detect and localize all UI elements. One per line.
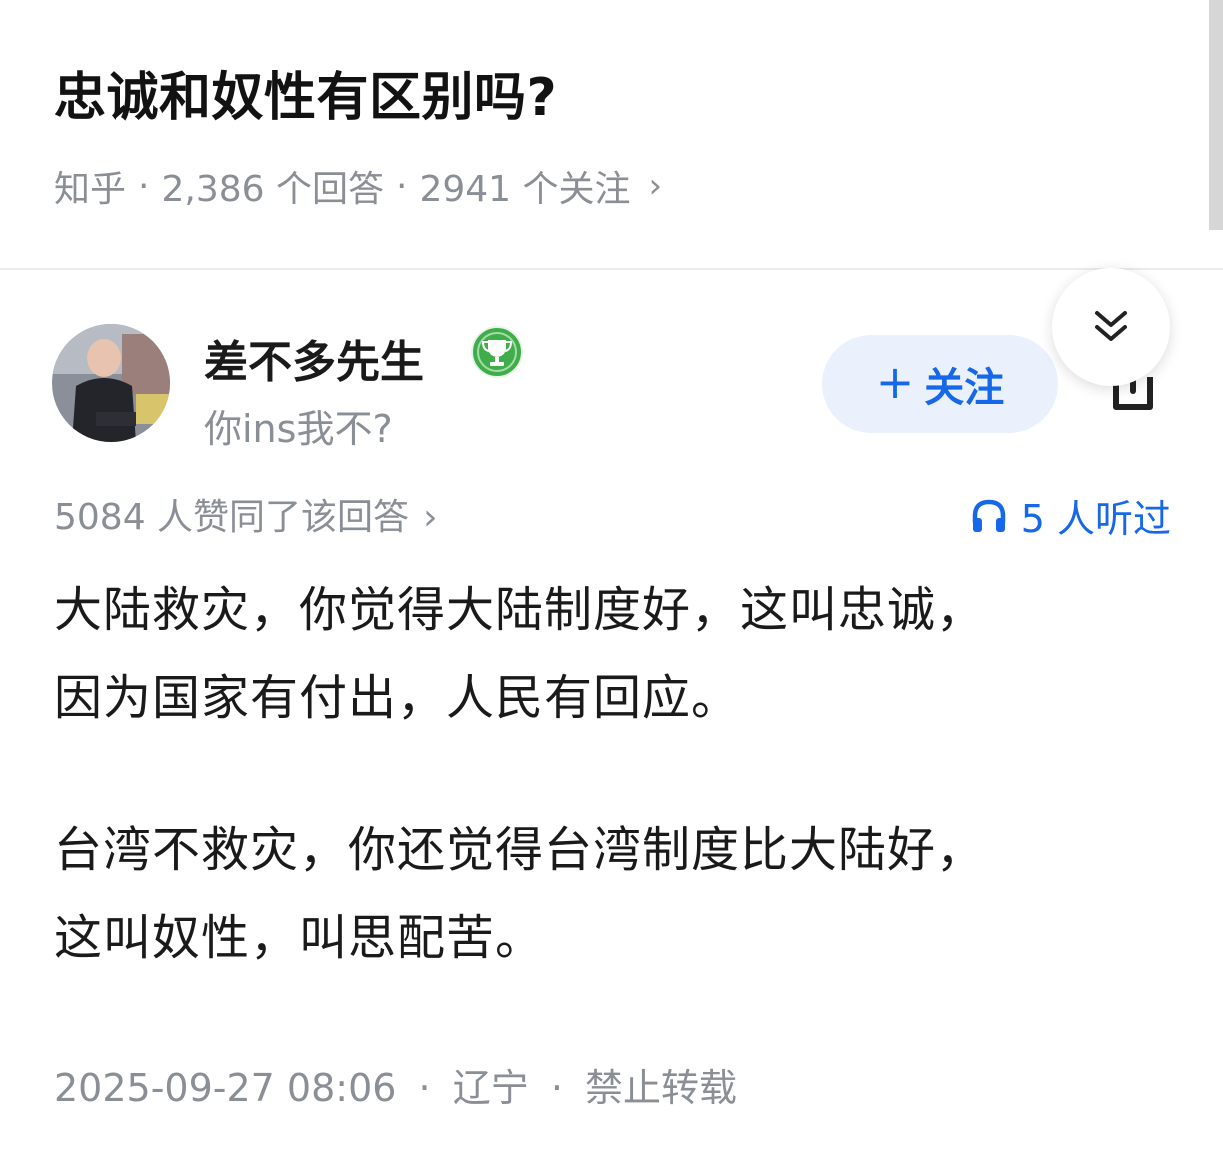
answer-paragraph: 大陆救灾，你觉得大陆制度好，这叫忠诚， 因为国家有付出，人民有回应。 [54,566,985,742]
author-name[interactable]: 差不多先生 [204,326,424,390]
author-avatar[interactable] [52,324,170,442]
answer-line: 这叫奴性，叫思配苦。 [54,910,545,966]
copyright-notice: 禁止转载 [585,1066,738,1110]
trophy-badge-icon [470,325,524,379]
chevron-right-icon: › [648,166,663,206]
question-meta[interactable]: 知乎 · 2,386 个回答 · 2941 个关注 › [54,160,662,212]
plus-icon: + [875,355,915,409]
answer-line: 台湾不救灾，你还觉得台湾制度比大陆好， [54,822,986,878]
chevron-right-icon: › [423,497,438,538]
answer-timestamp: 2025-09-27 08:06 [54,1066,397,1110]
question-title[interactable]: 忠诚和奴性有区别吗? [54,55,557,130]
collapse-button[interactable] [1052,268,1170,386]
answer-line: 因为国家有付出，人民有回应。 [54,670,741,726]
scrollbar[interactable] [1209,0,1223,230]
follow-button[interactable]: + 关注 [822,335,1058,433]
site-name: 知乎 [54,169,127,210]
separator-dot: · [418,1066,431,1110]
author-bio: 你ins我不? [204,407,393,451]
listen-button[interactable]: 5 人听过 [969,488,1171,543]
double-chevron-down-icon [1095,311,1127,341]
listen-count: 5 人听过 [1020,497,1171,541]
separator-dot: · [138,165,150,207]
follower-count: 2941 个关注 [419,169,631,210]
upvote-summary[interactable]: 5084 人赞同了该回答 › [54,488,437,540]
divider [0,268,1223,270]
upvote-count: 5084 人赞同了该回答 [54,497,410,538]
answer-footer-meta: 2025-09-27 08:06 · 辽宁 · 禁止转载 [54,1057,737,1112]
separator-dot: · [550,1066,563,1110]
follow-label: 关注 [924,365,1005,411]
answer-count: 2,386 个回答 [161,169,384,210]
headphones-icon [972,499,1005,532]
answer-line: 大陆救灾，你觉得大陆制度好，这叫忠诚， [54,582,986,638]
answer-location: 辽宁 [452,1066,529,1110]
answer-paragraph: 台湾不救灾，你还觉得台湾制度比大陆好， 这叫奴性，叫思配苦。 [54,806,985,982]
separator-dot: · [395,165,408,207]
